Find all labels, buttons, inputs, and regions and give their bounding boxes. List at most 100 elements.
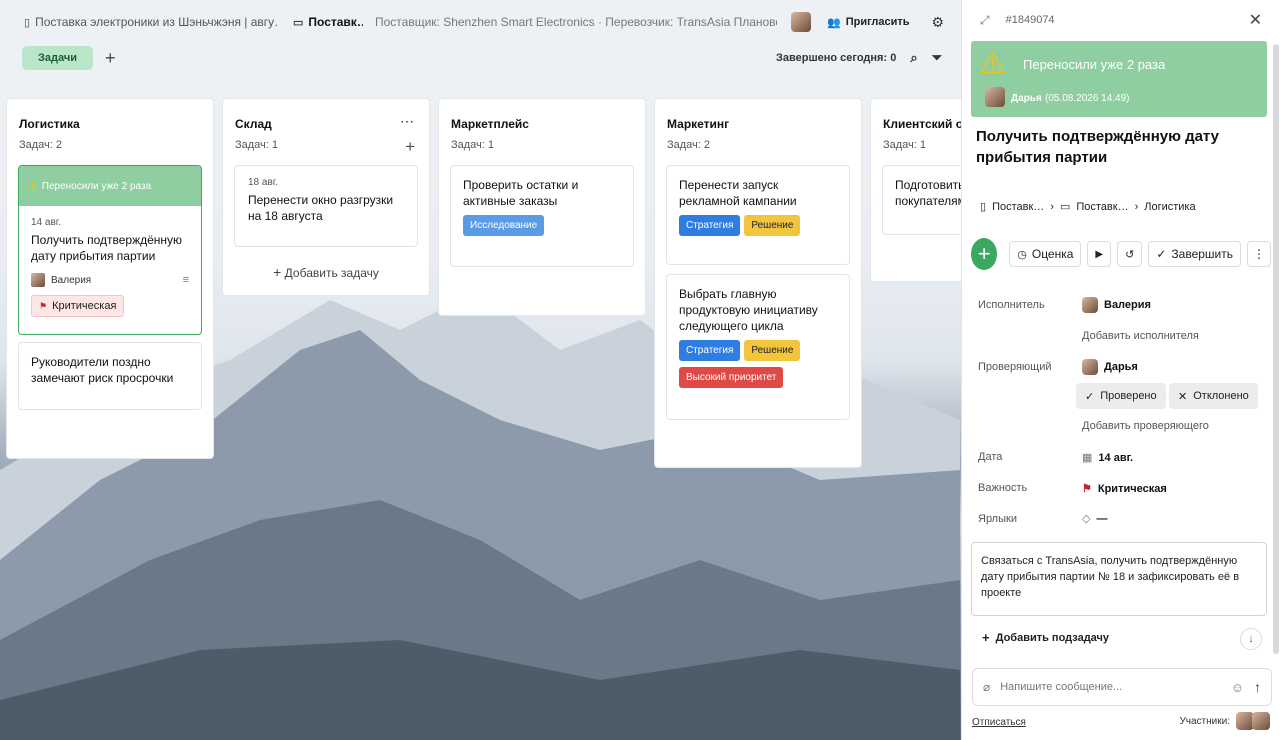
- avatar: [1082, 359, 1098, 375]
- scroll-down-icon[interactable]: ↓: [1240, 628, 1262, 650]
- add-reviewer-link[interactable]: Добавить проверяющего: [1082, 420, 1209, 432]
- column-title: Логистика: [19, 117, 80, 131]
- reschedule-warning: ⚠ Переносили уже 2 раза: [19, 166, 201, 206]
- check-icon: ✓: [1085, 390, 1095, 403]
- card-text: Подготовить покупателям: [895, 178, 961, 208]
- folder-icon: ▭: [293, 16, 304, 29]
- chevron-right-icon: ›: [1134, 200, 1139, 213]
- banner-time: (05.08.2026 14:49): [1045, 93, 1130, 104]
- folder-icon: ▭: [1059, 201, 1071, 213]
- start-timer-button[interactable]: ▶: [1087, 241, 1112, 267]
- task-title[interactable]: Получить подтверждённую дату прибытия па…: [976, 126, 1256, 168]
- column-count: Задач: 1: [451, 139, 495, 151]
- card-text: Перенести запуск рекламной кампании: [679, 178, 797, 208]
- estimate-button[interactable]: ◷ Оценка: [1009, 241, 1082, 267]
- reviewer-value[interactable]: Дарья: [1082, 359, 1138, 375]
- tab-tasks[interactable]: Задачи: [22, 46, 93, 70]
- column-marketplace: Маркетплейс Задач: 1 Проверить остатки и…: [438, 98, 646, 316]
- task-card-marketing-1[interactable]: Перенести запуск рекламной кампании Стра…: [666, 165, 850, 265]
- card-date: 18 авг.: [248, 177, 278, 188]
- plus-icon: +: [273, 264, 282, 280]
- task-detail-panel: ⤢ #1849074 ✕ ⚠ Переносили уже 2 раза Дар…: [961, 0, 1280, 740]
- participants: Участники:: [1179, 712, 1270, 730]
- add-task-button[interactable]: + Добавить задачу: [223, 264, 429, 280]
- add-button[interactable]: +: [971, 238, 998, 270]
- card-text: Выбрать главную продуктовую инициативу с…: [679, 287, 818, 333]
- document-icon: ▯: [24, 16, 31, 29]
- column-warehouse: Склад ⋯ Задач: 1 + 18 авг. Перенести окн…: [222, 98, 430, 296]
- column-logistics: Логистика Задач: 2 ⚠ Переносили уже 2 ра…: [6, 98, 214, 459]
- breadcrumb-description: Поставщик: Shenzhen Smart Electronics · …: [375, 15, 777, 29]
- chevron-right-icon: ›: [1050, 200, 1054, 213]
- card-text: Проверить остатки и активные заказы: [463, 178, 579, 208]
- breadcrumb-column[interactable]: Логистика: [1144, 201, 1195, 213]
- add-task-plus-button[interactable]: +: [405, 137, 415, 157]
- flag-icon: ⚑: [1082, 483, 1092, 495]
- top-bar: ▯ Поставка электроники из Шэньчжэня | ав…: [0, 0, 960, 44]
- tag-decision: Решение: [744, 340, 801, 361]
- send-icon[interactable]: ↑: [1254, 679, 1261, 695]
- reschedule-banner: ⚠ Переносили уже 2 раза Дарья (05.08.202…: [971, 41, 1267, 117]
- breadcrumb-folder[interactable]: Поставк…: [1076, 201, 1128, 213]
- avatar: [1082, 297, 1098, 313]
- add-tab-button[interactable]: +: [105, 49, 116, 67]
- banner-user: Дарья: [1011, 93, 1042, 104]
- warning-icon: ⚠: [979, 47, 1006, 80]
- invite-button[interactable]: 👥 Пригласить: [827, 16, 910, 29]
- assignee-value[interactable]: Валерия: [1082, 297, 1151, 313]
- column-client: Клиентский от Задач: 1 Подготовить покуп…: [870, 98, 961, 282]
- card-text: Получить подтверждённую дату прибытия па…: [31, 233, 183, 263]
- breadcrumb-project[interactable]: ▯ Поставка электроники из Шэньчжэня | ав…: [24, 15, 279, 29]
- message-composer: ⌀ Напишите сообщение... ☺ ↑: [972, 668, 1272, 706]
- avatar[interactable]: [1252, 712, 1270, 730]
- expand-icon[interactable]: ⤢: [980, 13, 990, 28]
- history-button[interactable]: ↺: [1117, 241, 1143, 267]
- filter-icon[interactable]: ⏷: [932, 50, 942, 66]
- rejected-button[interactable]: ✕ Отклонено: [1169, 383, 1258, 409]
- priority-value[interactable]: ⚑ Критическая: [1082, 482, 1167, 496]
- date-value[interactable]: ▦ 14 авг.: [1082, 451, 1133, 465]
- message-input[interactable]: Напишите сообщение...: [1000, 681, 1220, 693]
- attachment-icon[interactable]: ⌀: [983, 680, 990, 694]
- task-card-client-1[interactable]: Подготовить покупателям: [882, 165, 961, 235]
- search-icon[interactable]: ⌕: [910, 50, 917, 66]
- emoji-icon[interactable]: ☺: [1231, 680, 1244, 695]
- plus-icon: +: [982, 630, 990, 645]
- card-text: Перенести окно разгрузки на 18 августа: [248, 193, 394, 223]
- close-icon[interactable]: ✕: [1249, 10, 1262, 30]
- add-subtask-button[interactable]: + Добавить подзадачу: [982, 630, 1109, 645]
- unsubscribe-link[interactable]: Отписаться: [972, 717, 1026, 728]
- users-icon: 👥: [827, 16, 841, 29]
- task-id: #1849074: [1005, 14, 1055, 26]
- task-card-marketing-2[interactable]: Выбрать главную продуктовую инициативу с…: [666, 274, 850, 420]
- check-icon: ✓: [1156, 247, 1167, 261]
- more-icon[interactable]: ⋮: [1247, 241, 1271, 267]
- column-count: Задач: 1: [883, 139, 927, 151]
- avatar: [985, 87, 1005, 107]
- panel-scrollbar[interactable]: [1273, 44, 1279, 654]
- avatar: [31, 273, 45, 287]
- task-card-warehouse-1[interactable]: 18 авг. Перенести окно разгрузки на 18 а…: [234, 165, 418, 247]
- column-marketing: Маркетинг Задач: 2 Перенести запуск рекл…: [654, 98, 862, 468]
- avatar[interactable]: [791, 12, 811, 32]
- column-count: Задач: 2: [19, 139, 63, 151]
- labels-value[interactable]: ◇ —: [1082, 512, 1107, 526]
- panel-breadcrumb: ▯ Поставк… › ▭ Поставк… › Логистика: [980, 200, 1196, 214]
- task-card-marketplace-1[interactable]: Проверить остатки и активные заказы Иссл…: [450, 165, 634, 267]
- add-assignee-link[interactable]: Добавить исполнителя: [1082, 330, 1199, 342]
- card-assignee: Валерия: [51, 274, 92, 286]
- close-icon: ✕: [1178, 390, 1188, 403]
- reviewer-label: Проверяющий: [978, 361, 1052, 373]
- more-icon[interactable]: ⋯: [400, 113, 415, 130]
- task-description[interactable]: Связаться с TransAsia, получить подтверж…: [971, 542, 1267, 616]
- assignee-label: Исполнитель: [978, 299, 1045, 311]
- approved-button[interactable]: ✓ Проверено: [1076, 383, 1166, 409]
- breadcrumb-project[interactable]: Поставк…: [992, 201, 1044, 213]
- flag-icon: ⚑: [39, 300, 48, 311]
- settings-icon[interactable]: ⚙: [932, 14, 945, 31]
- complete-button[interactable]: ✓ Завершить: [1148, 241, 1241, 267]
- task-card-logistics-2[interactable]: Руководители поздно замечают риск просро…: [18, 342, 202, 410]
- card-text: Руководители поздно замечают риск просро…: [31, 355, 174, 385]
- breadcrumb-folder[interactable]: ▭ Поставк…: [293, 15, 363, 29]
- task-card-logistics-1[interactable]: ⚠ Переносили уже 2 раза 14 авг. Получить…: [18, 165, 202, 335]
